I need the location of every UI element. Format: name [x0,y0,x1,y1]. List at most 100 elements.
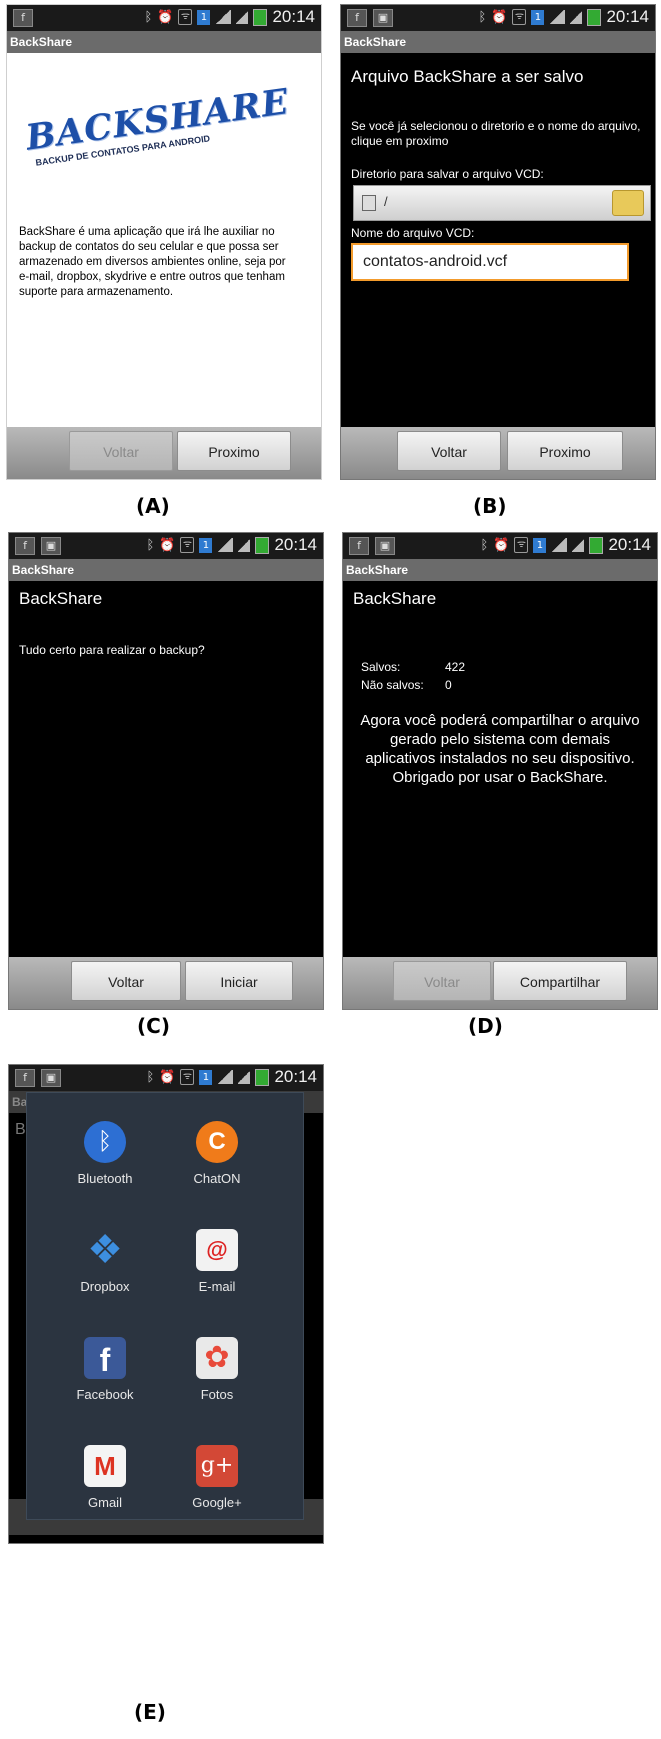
bluetooth-status-icon: ᛒ [146,537,155,553]
alarm-icon: ⏰ [491,9,508,25]
status-time: 20:14 [608,535,651,554]
battery-icon [589,536,604,554]
screen-heading-dimmed: B [15,1121,26,1138]
googleplus-icon: g+ [196,1445,238,1487]
wifi-status-icon: ᯤ [178,9,193,25]
status-bar: f ▣ ᛒ ⏰ ᯤ 1 20:14 [9,533,323,559]
signal-icon [236,10,249,24]
panel-label-d: (D) [468,1014,503,1038]
panel-label-e: (E) [134,1700,166,1724]
alarm-icon: ⏰ [159,537,176,553]
sim-icon: 1 [533,537,547,553]
back-button[interactable]: Voltar [69,431,173,471]
share-option-gmail[interactable]: M Gmail [45,1445,165,1510]
battery-icon [255,536,270,554]
battery-icon [253,8,268,26]
app-title-bar: BackShare [9,559,323,581]
directory-field[interactable]: / [353,185,651,221]
share-option-photos[interactable]: ✿ Fotos [157,1337,277,1402]
gallery-notification-icon: ▣ [375,537,395,555]
dropbox-icon: ❖ [87,1228,123,1272]
status-time: 20:14 [274,1067,317,1086]
back-button[interactable]: Voltar [393,961,491,1001]
chaton-icon: C [196,1121,238,1163]
gallery-notification-icon: ▣ [373,9,393,27]
bluetooth-status-icon: ᛒ [478,9,487,25]
button-bar: Voltar Compartilhar [343,957,657,1009]
start-button[interactable]: Iniciar [185,961,293,1001]
wifi-status-icon: ᯤ [514,537,529,553]
alarm-icon: ⏰ [159,1069,176,1085]
share-option-bluetooth[interactable]: ᛒ Bluetooth [45,1121,165,1186]
share-option-label: E-mail [198,1279,236,1294]
screen-c: f ▣ ᛒ ⏰ ᯤ 1 20:14 BackShare BackShare Tu… [8,532,324,1010]
screen-heading: BackShare [353,589,437,608]
photos-icon: ✿ [196,1337,238,1379]
bluetooth-status-icon: ᛒ [144,9,153,25]
wifi-status-icon: ᯤ [512,9,527,25]
share-button[interactable]: Compartilhar [493,961,627,1001]
share-dialog: ᛒ Bluetooth C ChatON ❖ Dropbox @ E-mail … [26,1092,304,1520]
bluetooth-status-icon: ᛒ [480,537,489,553]
status-time: 20:14 [274,535,317,554]
battery-icon [587,8,602,26]
button-bar: Voltar Proximo [341,427,655,479]
facebook-icon: f [84,1337,126,1379]
status-bar: f ᛒ ⏰ ᯤ 1 20:14 [7,5,321,31]
filename-label: Nome do arquivo VCD: [351,226,475,240]
signal-icon [217,538,234,552]
share-option-dropbox[interactable]: ❖ Dropbox [45,1229,165,1294]
gallery-notification-icon: ▣ [41,1069,61,1087]
sd-card-icon [362,195,376,211]
share-option-email[interactable]: @ E-mail [157,1229,277,1294]
share-option-label: Fotos [200,1387,234,1402]
alarm-icon: ⏰ [157,9,174,25]
status-bar: f ▣ ᛒ ⏰ ᯤ 1 20:14 [341,5,655,31]
app-title-bar: BackShare [343,559,657,581]
share-option-label: Google+ [192,1495,242,1510]
share-option-label: Gmail [88,1495,122,1510]
screen-heading: Arquivo BackShare a ser salvo [351,67,584,86]
not-saved-count: 0 [445,678,452,692]
share-option-label: Bluetooth [77,1171,133,1186]
bluetooth-status-icon: ᛒ [146,1069,155,1085]
completion-message: Agora você poderá compartilhar o arquivo… [360,712,640,786]
share-option-chaton[interactable]: C ChatON [157,1121,277,1186]
share-option-label: Dropbox [80,1279,130,1294]
back-button[interactable]: Voltar [397,431,501,471]
signal-icon [238,1070,251,1084]
facebook-notification-icon: f [349,537,369,555]
back-button[interactable]: Voltar [71,961,181,1001]
folder-browse-icon[interactable] [612,190,644,216]
app-description: BackShare é uma aplicação que irá lhe au… [19,226,286,298]
instruction-text: Se você já selecionou o diretorio e o no… [351,119,641,148]
sim-icon: 1 [197,9,211,25]
battery-icon [255,1068,270,1086]
directory-label: Diretorio para salvar o arquivo VCD: [351,167,544,181]
wifi-status-icon: ᯤ [180,537,195,553]
next-button[interactable]: Proximo [177,431,291,471]
share-option-googleplus[interactable]: g+ Google+ [157,1445,277,1510]
status-time: 20:14 [606,7,649,26]
saved-count: 422 [445,660,466,674]
gallery-notification-icon: ▣ [41,537,61,555]
button-bar: Voltar Proximo [7,427,321,479]
signal-icon [570,10,583,24]
filename-input[interactable]: contatos-android.vcf [351,243,629,281]
directory-value: / [384,194,388,209]
status-bar: f ▣ ᛒ ⏰ ᯤ 1 20:14 [9,1065,323,1091]
next-button[interactable]: Proximo [507,431,623,471]
panel-label-b: (B) [473,494,507,518]
share-option-facebook[interactable]: f Facebook [45,1337,165,1402]
signal-icon [551,538,568,552]
not-saved-label: Não salvos: [361,678,424,692]
wifi-status-icon: ᯤ [180,1069,195,1085]
sim-icon: 1 [199,537,213,553]
signal-icon [217,1070,234,1084]
confirm-question: Tudo certo para realizar o backup? [19,643,205,657]
status-time: 20:14 [272,7,315,26]
backshare-logo: BACKSHARE BACKUP DE CONTATOS PARA ANDROI… [23,81,291,188]
gmail-icon: M [84,1445,126,1487]
share-option-label: ChatON [193,1171,241,1186]
email-icon: @ [196,1229,238,1271]
